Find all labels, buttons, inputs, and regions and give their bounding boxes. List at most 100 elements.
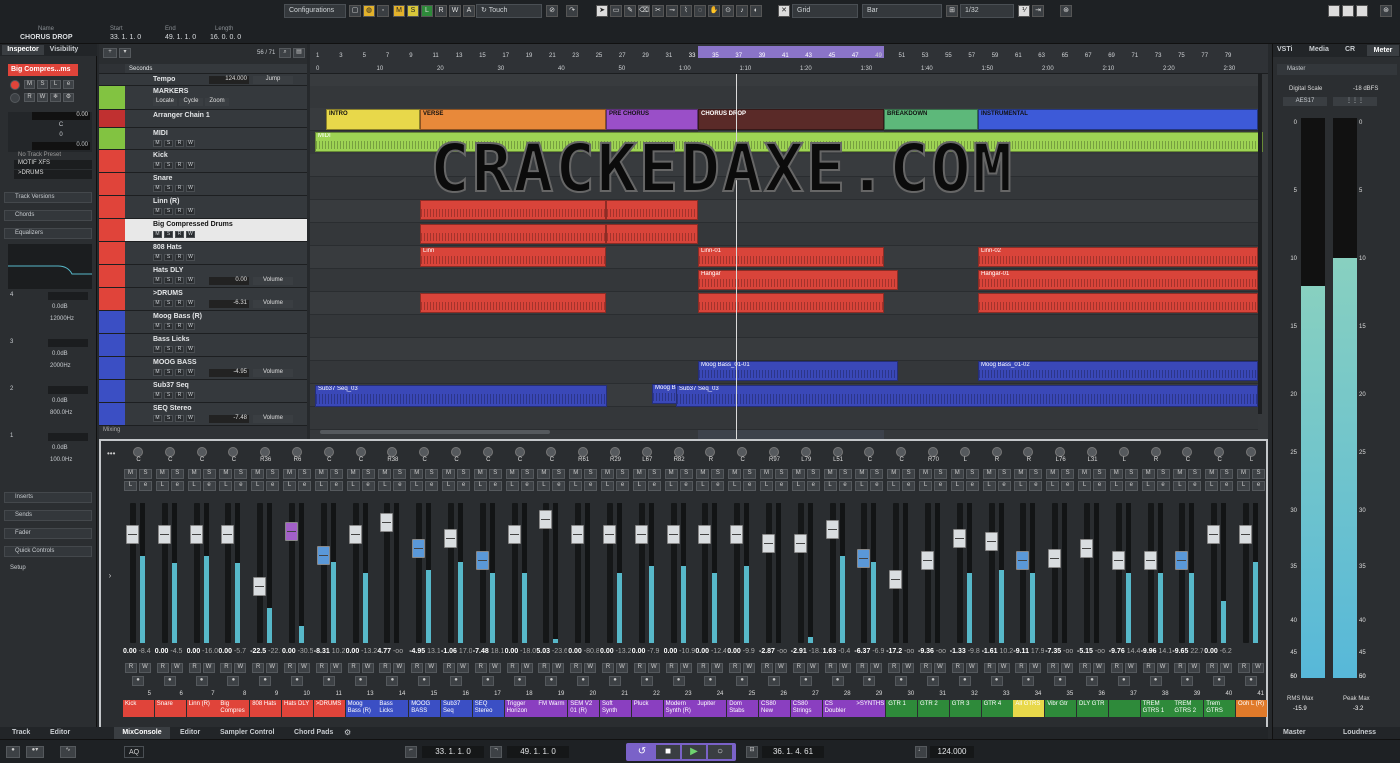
channel-read-button[interactable]: R: [729, 663, 742, 673]
track-s-button[interactable]: S: [164, 346, 173, 353]
channel-s-button[interactable]: S: [743, 469, 757, 479]
channel-l-button[interactable]: L: [728, 481, 742, 491]
solo-button[interactable]: S: [37, 80, 48, 89]
channel-read-button[interactable]: R: [315, 663, 328, 673]
section-quick-controls[interactable]: Quick Controls: [4, 546, 92, 557]
channel-m-button[interactable]: M: [473, 469, 487, 479]
layout-right-icon[interactable]: [1356, 5, 1368, 17]
volume-value[interactable]: 0.00: [155, 648, 169, 655]
audio-event[interactable]: Linn-01: [698, 247, 884, 267]
channel-record-button[interactable]: ●: [609, 676, 621, 686]
audio-event[interactable]: Moog Bass_01-02: [978, 361, 1258, 381]
channel-values[interactable]: 0.00 -4.5: [155, 648, 186, 655]
channel-write-button[interactable]: W: [870, 663, 883, 673]
track-w-button[interactable]: W: [186, 323, 195, 330]
channel-s-button[interactable]: S: [679, 469, 693, 479]
pan-knob[interactable]: [705, 447, 716, 457]
fader-handle[interactable]: [380, 512, 394, 532]
quantize-icon[interactable]: ⊞: [946, 5, 958, 17]
master-selector[interactable]: Master: [1277, 64, 1397, 75]
mixer-collapse-icon[interactable]: ›: [103, 571, 117, 583]
channel-name[interactable]: TREM GTRS 1: [1140, 700, 1172, 717]
fader-handle[interactable]: [1239, 524, 1252, 544]
track-row[interactable]: Moog Bass (R) M S R W: [99, 311, 307, 334]
pan-knob[interactable]: [451, 447, 461, 457]
track-r-button[interactable]: R: [175, 185, 184, 192]
pan-value[interactable]: C: [316, 457, 343, 465]
channel-m-button[interactable]: M: [696, 469, 710, 479]
channel-name[interactable]: GTR 3: [949, 700, 981, 717]
ruler[interactable]: 1 3 5 7 9 11 13 15 17 19 21 23 25 27 29 31 33 35 37 39 41 43 4…: [310, 44, 1268, 74]
channel-write-button[interactable]: W: [775, 663, 787, 673]
track-s-button[interactable]: S: [164, 300, 173, 307]
channel-edit-button[interactable]: e: [202, 481, 216, 491]
channel-name[interactable]: Hats DLY: [282, 700, 313, 717]
channel-read-button[interactable]: R: [125, 663, 137, 673]
pan-knob[interactable]: [1055, 447, 1066, 457]
channel-l-button[interactable]: L: [1078, 481, 1091, 491]
channel-write-button[interactable]: W: [552, 663, 565, 673]
track-s-button[interactable]: S: [164, 392, 173, 399]
channel-l-button[interactable]: L: [155, 481, 169, 491]
pan-value[interactable]: C: [507, 457, 534, 465]
pan-knob[interactable]: [673, 447, 684, 457]
channel-read-button[interactable]: R: [1142, 663, 1155, 673]
channel-values[interactable]: 5.03 -23.6: [536, 648, 567, 655]
channel-write-button[interactable]: W: [1093, 663, 1105, 673]
channel-l-button[interactable]: L: [887, 481, 901, 491]
channel-m-button[interactable]: M: [505, 469, 519, 479]
audio-event[interactable]: Sub37 Seq_03: [315, 385, 607, 407]
select-tool-icon[interactable]: ➤: [596, 5, 608, 17]
channel-record-button[interactable]: ●: [1022, 676, 1035, 686]
channel-record-button[interactable]: ●: [577, 676, 590, 686]
channel-l-button[interactable]: L: [346, 481, 360, 491]
channel-read-button[interactable]: R: [1206, 663, 1219, 673]
channel-edit-button[interactable]: e: [234, 481, 248, 491]
track-m-button[interactable]: M: [153, 140, 162, 147]
channel-l-button[interactable]: L: [919, 481, 932, 491]
channel-name[interactable]: [1108, 700, 1140, 717]
tab-visibility[interactable]: Visibility: [46, 45, 82, 55]
record-enable-button[interactable]: [10, 80, 20, 90]
lock-icon[interactable]: ◍: [363, 5, 375, 17]
layout-bottom-icon[interactable]: [1342, 5, 1354, 17]
volume-value[interactable]: -1.06: [441, 648, 457, 655]
fader-handle[interactable]: [762, 534, 775, 554]
channel-name[interactable]: Big Compres: [218, 700, 250, 717]
hand-tool-icon[interactable]: ✋: [708, 5, 720, 17]
quantize-apply-icon[interactable]: ⅟: [1018, 5, 1030, 17]
tempo-value[interactable]: 124.000: [930, 746, 974, 758]
track-name[interactable]: SEQ Stereo: [153, 405, 192, 412]
channel-edit-button[interactable]: e: [965, 481, 979, 491]
pan-value[interactable]: L51: [825, 457, 852, 465]
track-row[interactable]: MIDI M S R W: [99, 128, 307, 150]
range-tool-icon[interactable]: ▭: [610, 5, 622, 17]
volume-value[interactable]: -9.76: [1109, 648, 1125, 655]
channel-edit-button[interactable]: e: [393, 481, 407, 491]
channel-name[interactable]: Bass Licks: [377, 700, 409, 717]
comp-tool-icon[interactable]: ⊙: [722, 5, 734, 17]
volume-value[interactable]: 1.63: [823, 648, 837, 655]
pan-value[interactable]: R38: [379, 457, 406, 465]
channel-l-button[interactable]: L: [537, 481, 551, 491]
pan-value[interactable]: C: [32, 122, 90, 130]
volume-value[interactable]: -2.91: [791, 648, 807, 655]
mixer-menu-icon[interactable]: •••: [107, 449, 115, 458]
channel-edit-button[interactable]: e: [711, 481, 725, 491]
fader-handle[interactable]: [221, 524, 235, 544]
channel-values[interactable]: 0.00 -80.8: [568, 648, 599, 655]
channel-write-button[interactable]: W: [838, 663, 851, 673]
channel-edit-button[interactable]: e: [934, 481, 947, 491]
fader-handle[interactable]: [444, 529, 457, 549]
arranger-section[interactable]: INSTRUMENTAL: [978, 109, 1258, 130]
volume-value[interactable]: -1.61: [982, 648, 998, 655]
channel-l-button[interactable]: L: [1046, 481, 1060, 491]
channel-name[interactable]: Kick: [123, 700, 154, 717]
pan-value[interactable]: R29: [602, 457, 629, 465]
pan-knob[interactable]: [1182, 447, 1193, 457]
audio-event[interactable]: Moog Bass_01-01: [698, 361, 898, 381]
right-locator-value[interactable]: 49. 1. 1. 0: [507, 746, 569, 758]
channel-values[interactable]: -6.37 -6.9: [854, 648, 885, 655]
channel-name[interactable]: TREM GTRS 2: [1172, 700, 1204, 717]
track-row[interactable]: Bass Licks M S R W: [99, 334, 307, 357]
